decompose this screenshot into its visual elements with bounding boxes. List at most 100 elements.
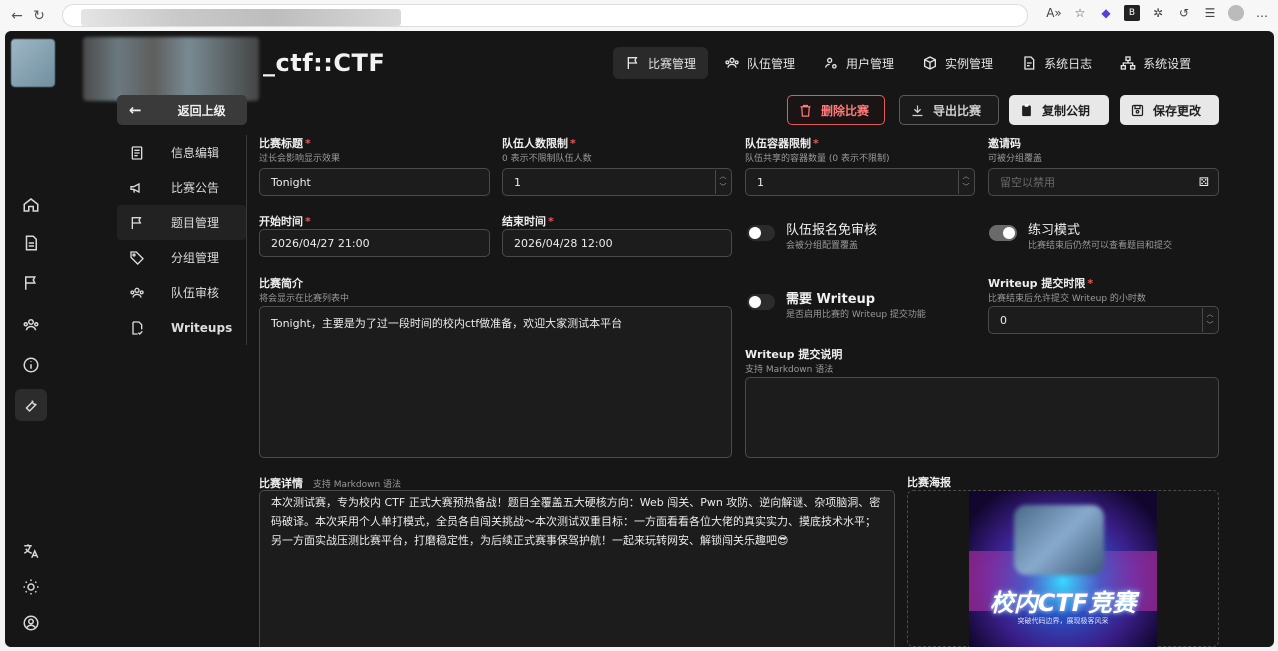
writeup-deadline-stepper[interactable]: ︿ ﹀ bbox=[1202, 308, 1217, 332]
invite-code-input[interactable]: 留空以禁用 ⚄ bbox=[988, 168, 1219, 196]
start-time-label: 开始时间 * bbox=[259, 215, 311, 228]
profile-icon[interactable] bbox=[1228, 5, 1244, 21]
export-label: 导出比赛 bbox=[933, 103, 982, 118]
writeup-deadline-hint: 比赛结束后允许提交 Writeup 的小时数 bbox=[988, 294, 1146, 304]
collections-icon[interactable]: ☰ bbox=[1202, 5, 1218, 21]
subnav-label: 题目管理 bbox=[171, 216, 220, 230]
writeup-deadline-label: Writeup 提交时限 * bbox=[988, 277, 1094, 290]
writeup-note-textarea[interactable] bbox=[745, 377, 1219, 458]
nav-logs[interactable]: 系统日志 bbox=[1009, 47, 1104, 79]
left-rail bbox=[5, 31, 57, 647]
container-limit-value: 1 bbox=[757, 175, 764, 189]
team-icon bbox=[725, 57, 739, 68]
translate-icon[interactable] bbox=[15, 535, 47, 567]
file-check-icon bbox=[132, 320, 143, 335]
start-time-input[interactable]: 2026/04/27 21:00 bbox=[259, 229, 490, 257]
summary-textarea[interactable]: Tonight，主要是为了过一段时间的校内ctf做准备，欢迎大家测试本平台 bbox=[259, 306, 732, 458]
wrench-icon[interactable] bbox=[15, 389, 47, 421]
poster-label: 比赛海报 bbox=[907, 476, 951, 489]
flag-icon bbox=[131, 216, 142, 229]
nav-games[interactable]: 比赛管理 bbox=[613, 47, 709, 79]
subnav-divisions[interactable]: 分组管理 bbox=[117, 240, 246, 275]
subnav-label: 队伍审核 bbox=[171, 286, 220, 300]
back-button[interactable]: ← 返回上级 bbox=[117, 95, 247, 125]
title-input[interactable]: Tonight bbox=[259, 168, 490, 196]
nav-label: 队伍管理 bbox=[747, 56, 796, 71]
nav-users[interactable]: 用户管理 bbox=[811, 47, 906, 79]
extension-icon[interactable]: ◆ bbox=[1098, 5, 1114, 21]
nav-teams[interactable]: 队伍管理 bbox=[712, 47, 807, 79]
more-icon[interactable]: … bbox=[1254, 5, 1270, 21]
summary-hint: 将会显示在比赛列表中 bbox=[259, 294, 350, 304]
brand-logo-blurred bbox=[83, 37, 259, 101]
team-no-review-toggle[interactable] bbox=[747, 225, 775, 241]
nav-label: 比赛管理 bbox=[648, 56, 697, 71]
nav-instances[interactable]: 实例管理 bbox=[910, 47, 1005, 79]
container-limit-hint: 队伍共享的容器数量 (0 表示不限制) bbox=[745, 154, 890, 164]
copy-public-key-button[interactable]: 复制公钥 bbox=[1009, 95, 1109, 125]
favorite-icon[interactable]: ☆ bbox=[1072, 5, 1088, 21]
container-limit-input[interactable]: 1 ︿ ﹀ bbox=[745, 168, 975, 196]
container-limit-stepper[interactable]: ︿ ﹀ bbox=[958, 170, 973, 194]
flag-icon[interactable] bbox=[15, 267, 47, 299]
document-icon[interactable] bbox=[15, 227, 47, 259]
poster-title: 校内CTF竞赛 bbox=[989, 589, 1137, 617]
team-limit-input[interactable]: 1 ︿ ﹀ bbox=[502, 168, 732, 196]
info-icon[interactable] bbox=[15, 349, 47, 381]
extension-icon[interactable]: B bbox=[1124, 5, 1140, 21]
reader-icon[interactable]: A» bbox=[1046, 5, 1062, 21]
save-changes-button[interactable]: 保存更改 bbox=[1120, 95, 1219, 125]
invite-code-placeholder: 留空以禁用 bbox=[1000, 176, 1055, 189]
brand-title: _ctf::CTF bbox=[263, 49, 386, 77]
practice-mode-toggle[interactable] bbox=[989, 225, 1017, 241]
subnav-announcements[interactable]: 比赛公告 bbox=[117, 170, 246, 205]
box-icon bbox=[924, 56, 937, 70]
team-limit-value: 1 bbox=[514, 175, 521, 189]
generate-code-icon[interactable]: ⚄ bbox=[1199, 175, 1209, 189]
sync-icon[interactable]: ↺ bbox=[1176, 5, 1192, 21]
brightness-icon[interactable] bbox=[15, 571, 47, 603]
nav-settings[interactable]: 系统设置 bbox=[1108, 47, 1203, 79]
trash-icon bbox=[800, 104, 811, 117]
extension-icon[interactable]: ✲ bbox=[1150, 5, 1166, 21]
invite-code-hint: 可被分组覆盖 bbox=[988, 154, 1043, 164]
writeup-required-label: 需要 Writeup bbox=[786, 292, 876, 307]
sitemap-icon bbox=[1120, 56, 1136, 70]
team-no-review-label: 队伍报名免审核 bbox=[786, 223, 878, 238]
poster-blurred-emblem bbox=[1014, 505, 1104, 575]
home-icon[interactable] bbox=[15, 189, 47, 221]
subnav-info-edit[interactable]: 信息编辑 bbox=[117, 135, 246, 170]
team-no-review-hint: 会被分组配置覆盖 bbox=[786, 241, 859, 251]
document-icon bbox=[131, 145, 143, 160]
delete-game-button[interactable]: 删除比赛 bbox=[787, 95, 885, 125]
end-time-input[interactable]: 2026/04/28 12:00 bbox=[502, 229, 732, 257]
poster-subtitle: 突破代码边界，展现极客风采 bbox=[1017, 617, 1109, 625]
subnav-label: 分组管理 bbox=[171, 251, 220, 265]
refresh-icon[interactable]: ↻ bbox=[28, 8, 50, 24]
team-limit-stepper[interactable]: ︿ ﹀ bbox=[715, 170, 730, 194]
practice-mode-hint: 比赛结束后仍然可以查看题目和提交 bbox=[1028, 241, 1173, 251]
writeup-note-hint: 支持 Markdown 语法 bbox=[745, 365, 834, 375]
address-bar[interactable] bbox=[62, 4, 1028, 27]
writeup-deadline-input[interactable]: 0 ︿ ﹀ bbox=[988, 306, 1219, 334]
nav-label: 系统日志 bbox=[1044, 56, 1093, 71]
subnav-team-review[interactable]: 队伍审核 bbox=[117, 275, 246, 310]
team-limit-label: 队伍人数限制 * bbox=[502, 137, 576, 150]
user-gear-icon bbox=[825, 57, 837, 69]
save-icon bbox=[1131, 104, 1144, 116]
export-game-button[interactable]: 导出比赛 bbox=[899, 95, 999, 125]
subnav-challenges[interactable]: 题目管理 bbox=[117, 205, 246, 240]
subnav-label: 比赛公告 bbox=[171, 181, 220, 195]
details-textarea[interactable]: 本次测试赛，专为校内 CTF 正式大赛预热备战！题目全覆盖五大硬核方向：Web … bbox=[259, 490, 895, 647]
writeup-required-toggle[interactable] bbox=[747, 294, 775, 310]
back-arrow-icon[interactable]: ← bbox=[6, 8, 28, 24]
flag-icon bbox=[627, 57, 638, 69]
title-label: 比赛标题 * bbox=[259, 137, 311, 150]
user-circle-icon[interactable] bbox=[15, 607, 47, 639]
subnav-writeups[interactable]: Writeups bbox=[117, 310, 246, 345]
writeup-required-hint: 是否启用比赛的 Writeup 提交功能 bbox=[786, 310, 926, 320]
writeup-deadline-value: 0 bbox=[1000, 313, 1007, 327]
nav-label: 用户管理 bbox=[846, 56, 895, 71]
details-label: 比赛详情 支持 Markdown 语法 bbox=[259, 477, 402, 490]
team-icon[interactable] bbox=[15, 309, 47, 341]
